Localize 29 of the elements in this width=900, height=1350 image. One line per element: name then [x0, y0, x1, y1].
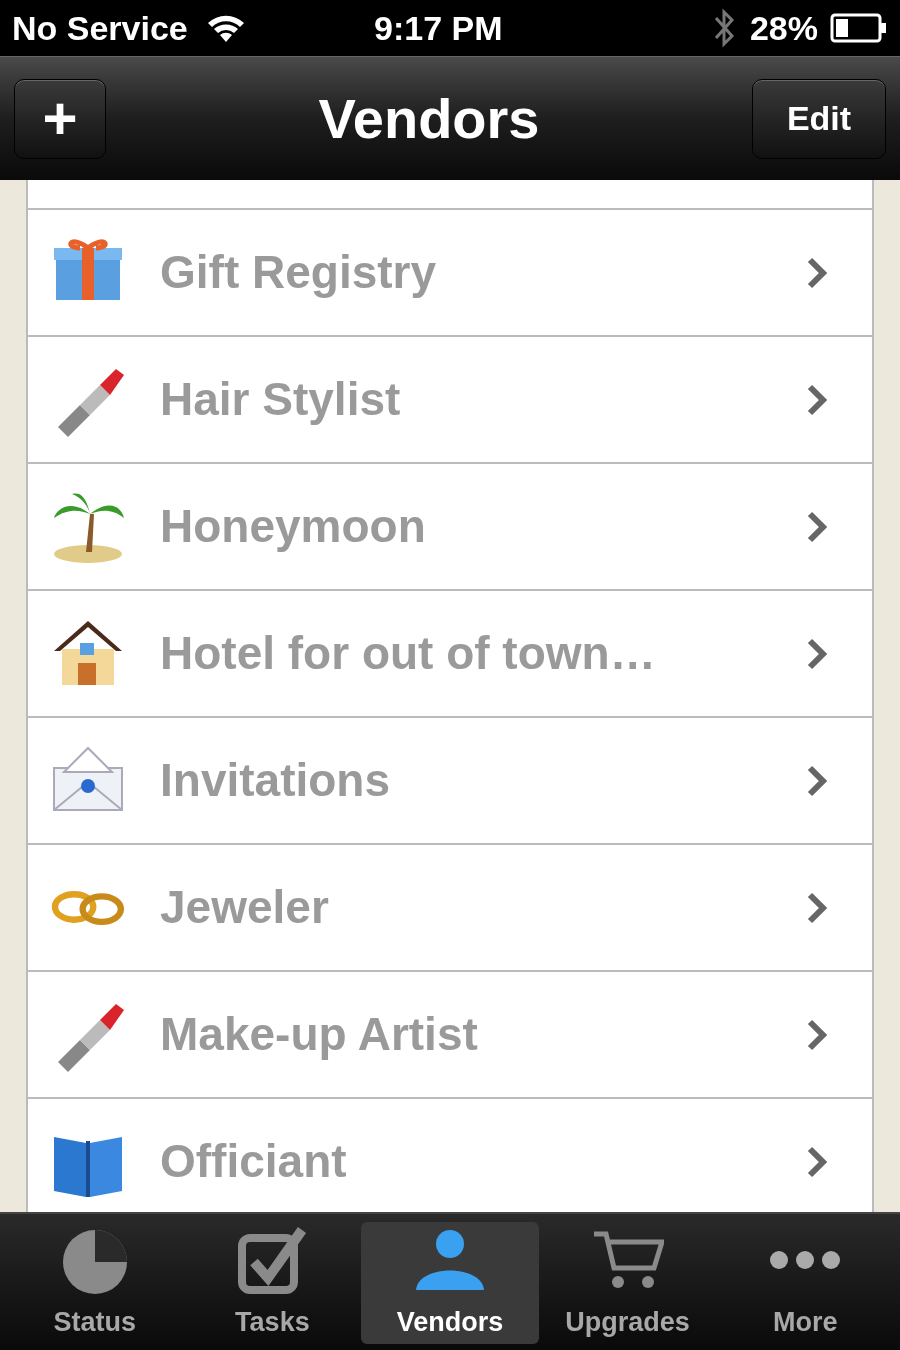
tab[interactable]: Vendors	[361, 1222, 539, 1344]
screen-title: Vendors	[317, 85, 541, 152]
chevron-icon	[806, 1017, 828, 1052]
chevron-icon	[806, 382, 828, 417]
vendor-name: Jeweler	[160, 880, 330, 935]
chevron-icon	[806, 255, 828, 290]
tab[interactable]: More	[716, 1222, 894, 1344]
chevron-icon	[806, 636, 828, 671]
rings-icon	[51, 890, 127, 925]
chevron-icon	[806, 763, 828, 798]
vendor-name: Hotel for out of town…	[160, 626, 657, 681]
vendor-name: Gift Registry	[160, 245, 438, 300]
edit-button[interactable]: Edit	[752, 78, 886, 159]
vendor-name: Make-up Artist	[160, 1007, 479, 1062]
tab[interactable]: Status	[6, 1222, 184, 1344]
chevron-icon	[806, 890, 828, 925]
tab[interactable]: Tasks	[183, 1222, 362, 1344]
vendor-name: Officiant	[160, 1134, 348, 1189]
chevron-icon	[806, 509, 828, 544]
vendor-name: Invitations	[160, 753, 392, 808]
tab[interactable]: Upgrades	[538, 1222, 717, 1344]
vendor-name: Hair Stylist	[160, 372, 402, 427]
battery-icon	[830, 13, 888, 43]
clock-time: 9:17 PM	[374, 7, 503, 49]
add-button[interactable]: +	[14, 78, 106, 159]
chevron-icon	[806, 1144, 828, 1179]
vendor-name: Honeymoon	[160, 499, 427, 554]
battery-percent: 28%	[749, 7, 818, 49]
carrier-name: No Service	[12, 7, 188, 49]
